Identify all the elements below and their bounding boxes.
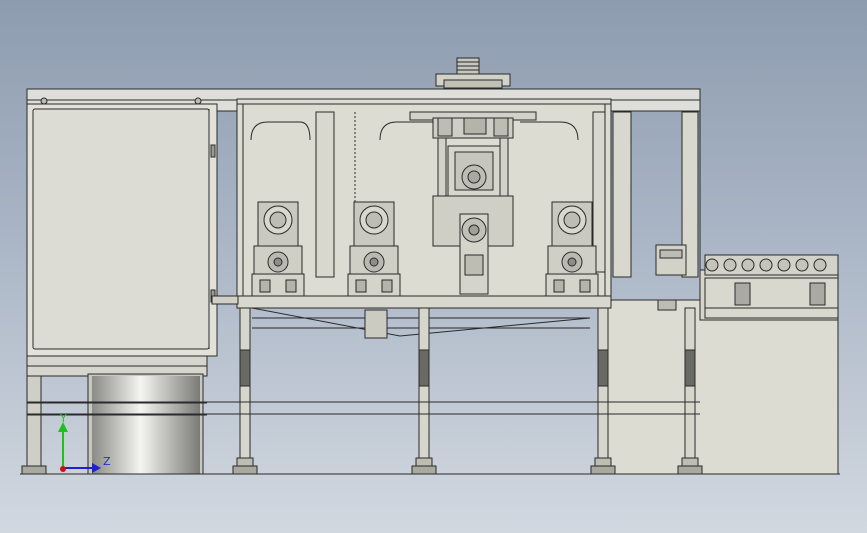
work-table	[211, 295, 612, 339]
roller-unit	[347, 201, 401, 297]
table-leg	[232, 307, 258, 475]
cabinet-base	[26, 355, 208, 475]
conveyor-roller	[777, 258, 791, 272]
electrical-cabinet	[26, 97, 218, 357]
machine-assembly-drawing	[20, 57, 840, 475]
roller-unit	[545, 201, 599, 297]
conveyor-roller	[759, 258, 773, 272]
conveyor-roller	[723, 258, 737, 272]
conveyor-roller	[741, 258, 755, 272]
z-axis-label: Z	[103, 455, 111, 468]
roller-unit	[251, 201, 305, 297]
top-spindle-motor	[435, 57, 511, 89]
conveyor-roller	[705, 258, 719, 272]
conveyor-roller	[813, 258, 827, 272]
cad-viewport[interactable]: Y Z	[0, 0, 867, 533]
conveyor-roller	[795, 258, 809, 272]
cabinet-foot	[21, 465, 47, 475]
y-axis-label: Y	[60, 412, 67, 425]
